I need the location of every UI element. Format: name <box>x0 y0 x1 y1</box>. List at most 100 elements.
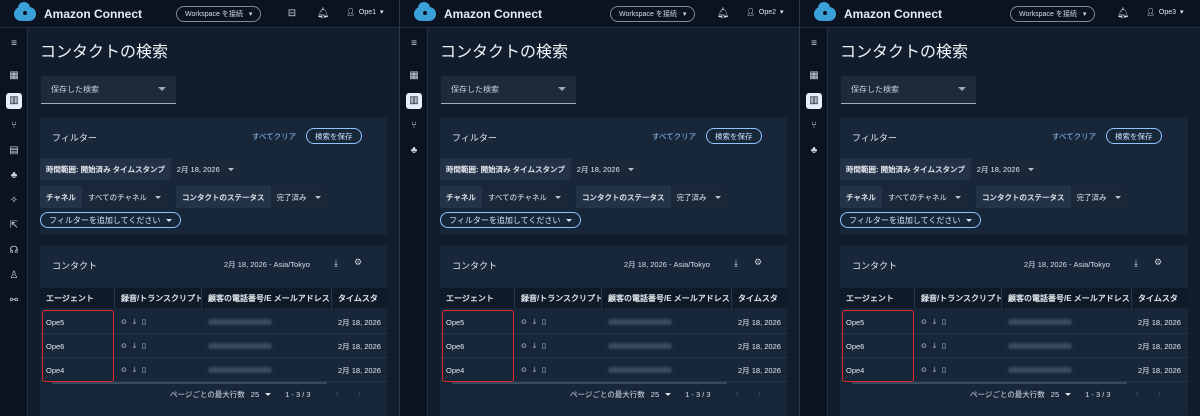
time-range-filter[interactable]: 時間範囲: 開始済み タイムスタンプ 2月 18, 2026 <box>40 158 240 180</box>
channel-filter[interactable]: チャネル すべてのチャネル <box>840 186 968 208</box>
channel-filter[interactable]: チャネル すべてのチャネル <box>40 186 168 208</box>
download-icon[interactable]: ⤓ <box>933 342 936 350</box>
download-icon[interactable]: ⤓ <box>933 318 936 326</box>
play-icon[interactable]: ⊙ <box>521 318 527 326</box>
column-recording[interactable]: 録音/トランスクリプト <box>915 288 1002 308</box>
horizontal-scrollbar[interactable] <box>52 382 327 384</box>
download-icon[interactable]: ⤓ <box>334 258 338 269</box>
download-icon[interactable]: ⤓ <box>1134 258 1138 269</box>
horizontal-scrollbar[interactable] <box>452 382 727 384</box>
routing-icon[interactable]: ⑂ <box>806 118 822 134</box>
column-customer[interactable]: 顧客の電話番号/E メールアドレス <box>602 288 732 308</box>
workspace-dropdown[interactable]: Workspace を接続 ▾ <box>610 6 696 22</box>
play-icon[interactable]: ⊙ <box>521 366 527 374</box>
next-page-icon[interactable]: › <box>758 388 761 398</box>
download-icon[interactable]: ⤓ <box>734 258 738 269</box>
transcript-icon[interactable]: ▯ <box>942 318 946 326</box>
rows-per-page-select[interactable]: 25 <box>1051 390 1059 399</box>
next-page-icon[interactable]: › <box>1158 388 1161 398</box>
download-icon[interactable]: ⤓ <box>133 318 136 326</box>
gear-icon[interactable]: ⚙ <box>354 257 362 268</box>
column-recording[interactable]: 録音/トランスクリプト <box>115 288 202 308</box>
column-customer[interactable]: 顧客の電話番号/E メールアドレス <box>1002 288 1132 308</box>
saved-search-select[interactable]: 保存した検索 <box>41 76 176 104</box>
time-range-filter[interactable]: 時間範囲: 開始済み タイムスタンプ 2月 18, 2026 <box>440 158 640 180</box>
analytics-icon[interactable]: ▥ <box>406 93 422 109</box>
headset-icon[interactable]: ☊ <box>6 243 22 259</box>
export-icon[interactable]: ⇱ <box>6 218 22 234</box>
play-icon[interactable]: ⊙ <box>121 342 127 350</box>
users-icon[interactable]: ♣ <box>406 143 422 159</box>
channel-filter[interactable]: チャネル すべてのチャネル <box>440 186 568 208</box>
prev-page-icon[interactable]: ‹ <box>736 388 739 398</box>
status-filter[interactable]: コンタクトのステータス 完了済み <box>176 186 327 208</box>
column-customer[interactable]: 顧客の電話番号/E メールアドレス <box>202 288 332 308</box>
dashboard-icon[interactable]: ▦ <box>806 68 822 84</box>
bell-icon[interactable]: 🔔︎ <box>1116 7 1130 21</box>
prev-page-icon[interactable]: ‹ <box>336 388 339 398</box>
play-icon[interactable]: ⊙ <box>121 366 127 374</box>
play-icon[interactable]: ⊙ <box>521 342 527 350</box>
workspace-dropdown[interactable]: Workspace を接続 ▾ <box>176 6 262 22</box>
dashboard-icon[interactable]: ▦ <box>6 68 22 84</box>
play-icon[interactable]: ⊙ <box>921 342 927 350</box>
time-range-filter[interactable]: 時間範囲: 開始済み タイムスタンプ 2月 18, 2026 <box>840 158 1040 180</box>
rows-per-page-select[interactable]: 25 <box>251 390 259 399</box>
status-filter[interactable]: コンタクトのステータス 完了済み <box>976 186 1127 208</box>
download-icon[interactable]: ⤓ <box>133 366 136 374</box>
workspace-dropdown[interactable]: Workspace を接続 ▾ <box>1010 6 1096 22</box>
users-icon[interactable]: ♣ <box>6 168 22 184</box>
play-icon[interactable]: ⊙ <box>121 318 127 326</box>
add-filter-button[interactable]: フィルターを追加してください <box>40 212 182 228</box>
gear-icon[interactable]: ⚙ <box>754 257 762 268</box>
user-menu[interactable]: 👤︎ Ope2 ▾ <box>746 8 784 17</box>
column-agent[interactable]: エージェント <box>440 288 515 308</box>
menu-icon[interactable]: ≡ <box>6 36 22 52</box>
save-search-button[interactable]: 検索を保存 <box>306 128 362 144</box>
column-recording[interactable]: 録音/トランスクリプト <box>515 288 602 308</box>
gear-icon[interactable]: ⚙ <box>1154 257 1162 268</box>
transcript-icon[interactable]: ▯ <box>542 342 546 350</box>
users-icon[interactable]: ♣ <box>806 143 822 159</box>
prev-page-icon[interactable]: ‹ <box>1136 388 1139 398</box>
save-search-button[interactable]: 検索を保存 <box>1106 128 1162 144</box>
menu-icon[interactable]: ≡ <box>806 36 822 52</box>
dashboard-icon[interactable]: ▦ <box>406 68 422 84</box>
transcript-icon[interactable]: ▯ <box>542 366 546 374</box>
column-timestamp[interactable]: タイムスタ <box>1132 288 1188 308</box>
download-icon[interactable]: ⤓ <box>933 366 936 374</box>
download-icon[interactable]: ⤓ <box>133 342 136 350</box>
play-icon[interactable]: ⊙ <box>921 318 927 326</box>
play-icon[interactable]: ⊙ <box>921 366 927 374</box>
column-agent[interactable]: エージェント <box>40 288 115 308</box>
bell-icon[interactable]: 🔔︎ <box>316 7 330 21</box>
transcript-icon[interactable]: ▯ <box>542 318 546 326</box>
menu-icon[interactable]: ≡ <box>406 36 422 52</box>
rows-per-page-select[interactable]: 25 <box>651 390 659 399</box>
download-icon[interactable]: ⤓ <box>533 366 536 374</box>
clear-all-link[interactable]: すべてクリア <box>252 131 296 142</box>
clear-all-link[interactable]: すべてクリア <box>1052 131 1096 142</box>
magic-icon[interactable]: ✧ <box>6 193 22 209</box>
clear-all-link[interactable]: すべてクリア <box>652 131 696 142</box>
next-page-icon[interactable]: › <box>358 388 361 398</box>
transcript-icon[interactable]: ▯ <box>142 366 146 374</box>
column-timestamp[interactable]: タイムスタ <box>332 288 388 308</box>
add-filter-button[interactable]: フィルターを追加してください <box>840 212 982 228</box>
transcript-icon[interactable]: ▯ <box>942 342 946 350</box>
user-menu[interactable]: 👤︎ Ope3 ▾ <box>1146 8 1184 17</box>
saved-search-select[interactable]: 保存した検索 <box>841 76 976 104</box>
save-search-button[interactable]: 検索を保存 <box>706 128 762 144</box>
routing-icon[interactable]: ⑂ <box>6 118 22 134</box>
horizontal-scrollbar[interactable] <box>852 382 1127 384</box>
column-agent[interactable]: エージェント <box>840 288 915 308</box>
screen-icon[interactable]: ⊟ <box>285 7 299 21</box>
transcript-icon[interactable]: ▯ <box>142 342 146 350</box>
download-icon[interactable]: ⤓ <box>533 342 536 350</box>
analytics-icon[interactable]: ▥ <box>6 93 22 109</box>
analytics-icon[interactable]: ▥ <box>806 93 822 109</box>
share-icon[interactable]: ⚯ <box>6 293 22 309</box>
transcript-icon[interactable]: ▯ <box>942 366 946 374</box>
column-timestamp[interactable]: タイムスタ <box>732 288 788 308</box>
status-filter[interactable]: コンタクトのステータス 完了済み <box>576 186 727 208</box>
